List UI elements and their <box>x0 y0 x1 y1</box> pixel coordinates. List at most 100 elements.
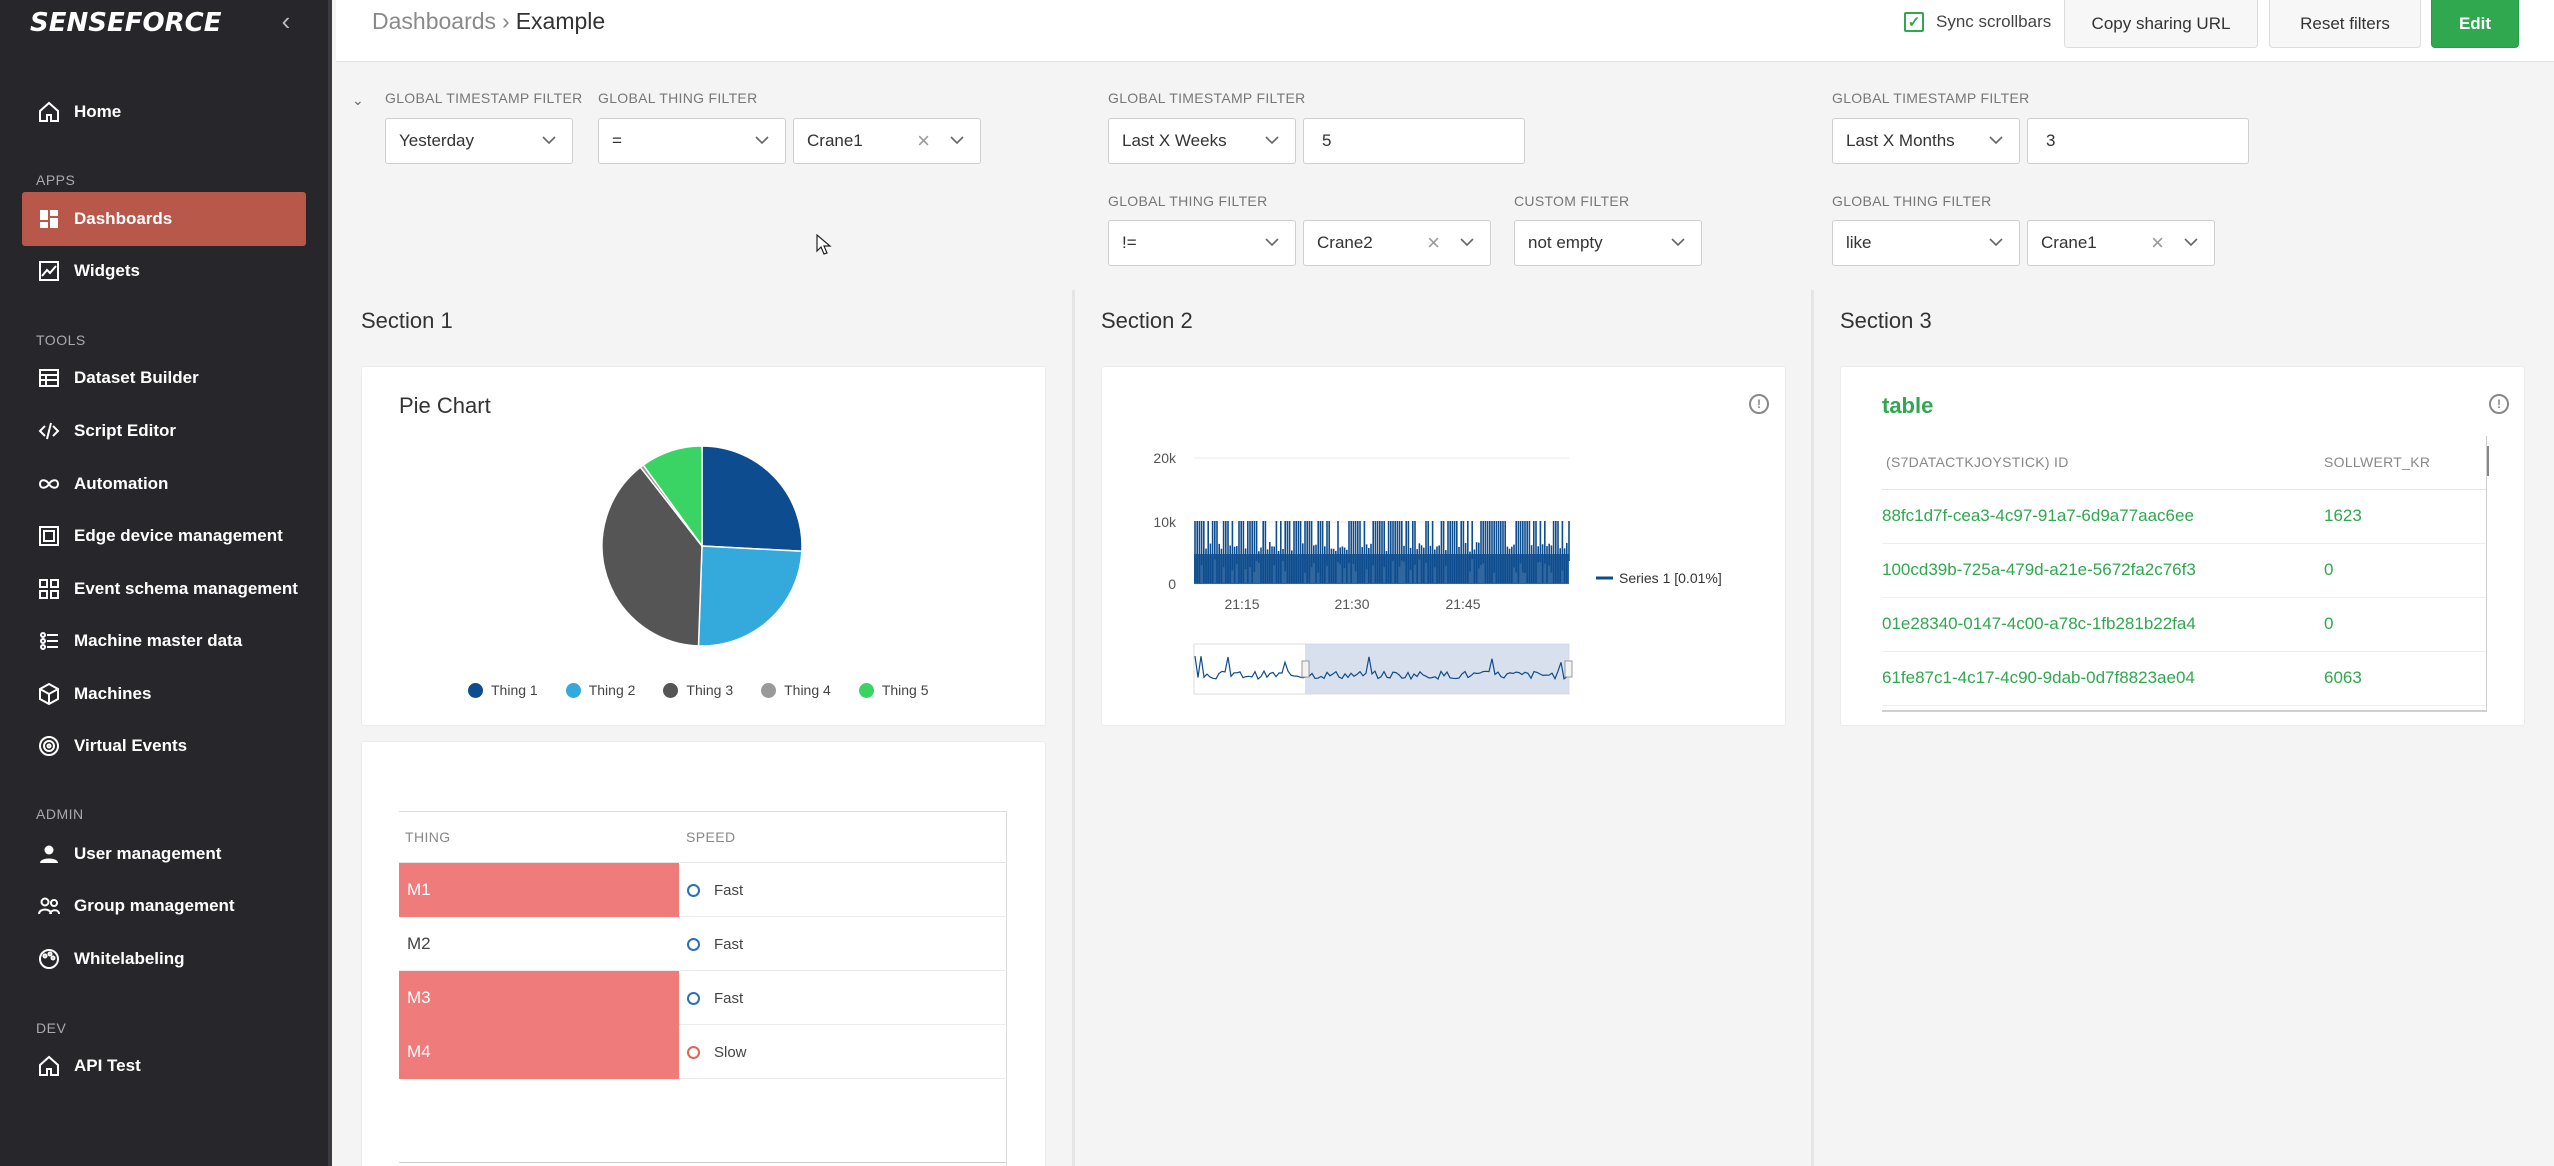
table-bottom-border <box>399 1162 1007 1163</box>
thing-operator-select[interactable]: = <box>598 118 786 164</box>
legend-label: Thing 5 <box>881 682 929 698</box>
weeks-count-input[interactable]: 5 <box>1303 118 1525 164</box>
legend-item[interactable]: Thing 1 <box>468 682 538 698</box>
user-icon <box>36 841 62 867</box>
navigator-range[interactable] <box>1305 644 1569 694</box>
pie-slice[interactable] <box>701 445 803 553</box>
thing-value-select[interactable]: Crane1 × <box>793 118 981 164</box>
select-value: Last X Weeks <box>1122 131 1227 150</box>
thing-cell: M2 <box>407 934 431 953</box>
app-logo: SENSEFORCE <box>30 8 222 38</box>
legend-dot-icon <box>761 682 777 698</box>
sidebar-item-dashboards[interactable]: Dashboards <box>22 192 306 246</box>
collapse-filters-icon[interactable]: ⌄ <box>352 92 364 109</box>
value-cell: 6063 <box>2324 668 2362 687</box>
chevron-down-icon <box>1460 238 1474 247</box>
legend-item[interactable]: Thing 3 <box>663 682 733 698</box>
navigator-handle-left[interactable] <box>1301 660 1310 678</box>
sidebar-item-automation[interactable]: Automation <box>22 457 306 511</box>
copy-sharing-url-button[interactable]: Copy sharing URL <box>2064 0 2258 48</box>
chevron-down-icon <box>1671 238 1685 247</box>
legend-item[interactable]: Thing 4 <box>761 682 831 698</box>
table-row[interactable]: 61fe87c1-4c17-4c90-9dab-0d7f8823ae04 6063 <box>1882 652 2486 706</box>
pie-slice[interactable] <box>697 545 803 647</box>
legend-label: Thing 1 <box>491 682 538 698</box>
infinity-icon <box>36 471 62 497</box>
status-ring-icon <box>687 937 700 951</box>
clear-icon[interactable]: × <box>1427 232 1440 254</box>
global-filters: ⌄ GLOBAL TIMESTAMP FILTER Yesterday GLOB… <box>336 62 2554 284</box>
thing-value-select[interactable]: Crane1 × <box>2027 220 2215 266</box>
custom-filter-select[interactable]: not empty <box>1514 220 1702 266</box>
home-icon <box>36 1053 62 1079</box>
pie-legend: Thing 1 Thing 2 Thing 3 Thing 4 Thing 5 <box>468 682 929 698</box>
status-ring-icon <box>687 991 700 1005</box>
sidebar-item-event-schema-management[interactable]: Event schema management <box>22 562 306 616</box>
legend-item[interactable]: Thing 2 <box>565 682 635 698</box>
table-row[interactable]: M1 Fast <box>399 863 1007 917</box>
legend-item[interactable]: Thing 5 <box>858 682 929 698</box>
thing-operator-select[interactable]: like <box>1832 220 2020 266</box>
column-header-thing[interactable]: THING <box>405 829 451 845</box>
sidebar-item-group-management[interactable]: Group management <box>22 879 306 933</box>
schema-icon <box>36 576 62 602</box>
column-header-speed[interactable]: SPEED <box>686 829 735 845</box>
thing-value-select[interactable]: Crane2 × <box>1303 220 1491 266</box>
sidebar-item-whitelabeling[interactable]: Whitelabeling <box>22 932 306 986</box>
sidebar-item-label: Script Editor <box>74 421 177 440</box>
speed-cell: Fast <box>687 917 743 971</box>
timestamp-filter-select[interactable]: Yesterday <box>385 118 573 164</box>
select-value: != <box>1122 233 1137 252</box>
clear-icon[interactable]: × <box>2151 232 2164 254</box>
section-label-apps: APPS <box>36 172 76 188</box>
table-row[interactable]: 88fc1d7f-cea3-4c97-91a7-6d9a77aac6ee 1623 <box>1882 490 2486 544</box>
edit-button[interactable]: Edit <box>2431 0 2519 48</box>
sidebar-item-label: Group management <box>74 896 235 915</box>
sync-scrollbars-toggle[interactable]: ✓ Sync scrollbars <box>1904 12 2051 32</box>
checkbox-checked-icon[interactable]: ✓ <box>1904 12 1924 32</box>
sidebar-item-dataset-builder[interactable]: Dataset Builder <box>22 351 306 405</box>
sidebar-item-virtual-events[interactable]: Virtual Events <box>22 719 306 773</box>
chevron-down-icon <box>1265 238 1279 247</box>
speed-label: Fast <box>714 935 744 953</box>
filter-label: GLOBAL THING FILTER <box>1108 193 1268 209</box>
scrollbar-thumb[interactable] <box>2487 446 2489 476</box>
table-row[interactable]: M3 Fast <box>399 971 1007 1025</box>
sidebar-item-edge-device-management[interactable]: Edge device management <box>22 509 306 563</box>
sidebar-item-script-editor[interactable]: Script Editor <box>22 404 306 458</box>
table-row[interactable]: 01e28340-0147-4c00-a78c-1fb281b22fa4 0 <box>1882 598 2486 652</box>
id-cell: 01e28340-0147-4c00-a78c-1fb281b22fa4 <box>1882 614 2196 633</box>
list-icon <box>36 628 62 654</box>
value-cell: 1623 <box>2324 506 2362 525</box>
series-legend[interactable]: Series 1 [0.01%] <box>1619 570 1722 586</box>
clear-icon[interactable]: × <box>917 130 930 152</box>
select-value: = <box>612 131 622 150</box>
speed-label: Fast <box>714 881 744 899</box>
x-tick-label: 21:15 <box>1224 596 1259 612</box>
navigator-handle-right[interactable] <box>1564 660 1573 678</box>
sidebar-item-machine-master-data[interactable]: Machine master data <box>22 614 306 668</box>
table-row[interactable]: 100cd39b-725a-479d-a21e-5672fa2c76f3 0 <box>1882 544 2486 598</box>
info-icon[interactable]: ! <box>2489 394 2509 414</box>
column-header-sollwert[interactable]: SOLLWERT_KR <box>2324 454 2430 470</box>
table-row[interactable]: M2 Fast <box>399 917 1007 971</box>
column-header-id[interactable]: (S7DATACTKJOYSTICK) ID <box>1886 454 2069 470</box>
sidebar-item-api-test[interactable]: API Test <box>22 1039 306 1093</box>
sidebar-item-label: Dataset Builder <box>74 368 199 387</box>
timestamp-filter-select[interactable]: Last X Weeks <box>1108 118 1296 164</box>
months-count-input[interactable]: 3 <box>2027 118 2249 164</box>
sidebar-item-home[interactable]: Home <box>22 85 306 139</box>
thing-operator-select[interactable]: != <box>1108 220 1296 266</box>
group-icon <box>36 893 62 919</box>
timestamp-filter-select[interactable]: Last X Months <box>1832 118 2020 164</box>
sidebar-item-widgets[interactable]: Widgets <box>22 244 306 298</box>
sidebar-item-label: API Test <box>74 1056 141 1075</box>
sidebar-item-machines[interactable]: Machines <box>22 667 306 721</box>
sidebar-item-user-management[interactable]: User management <box>22 827 306 881</box>
database-icon <box>36 365 62 391</box>
collapse-sidebar-button[interactable]: ‹ <box>276 6 296 36</box>
select-value: Yesterday <box>399 131 474 150</box>
table-row[interactable]: M4 Slow <box>399 1025 1007 1079</box>
reset-filters-button[interactable]: Reset filters <box>2269 0 2421 48</box>
breadcrumb-root[interactable]: Dashboards <box>372 8 496 34</box>
